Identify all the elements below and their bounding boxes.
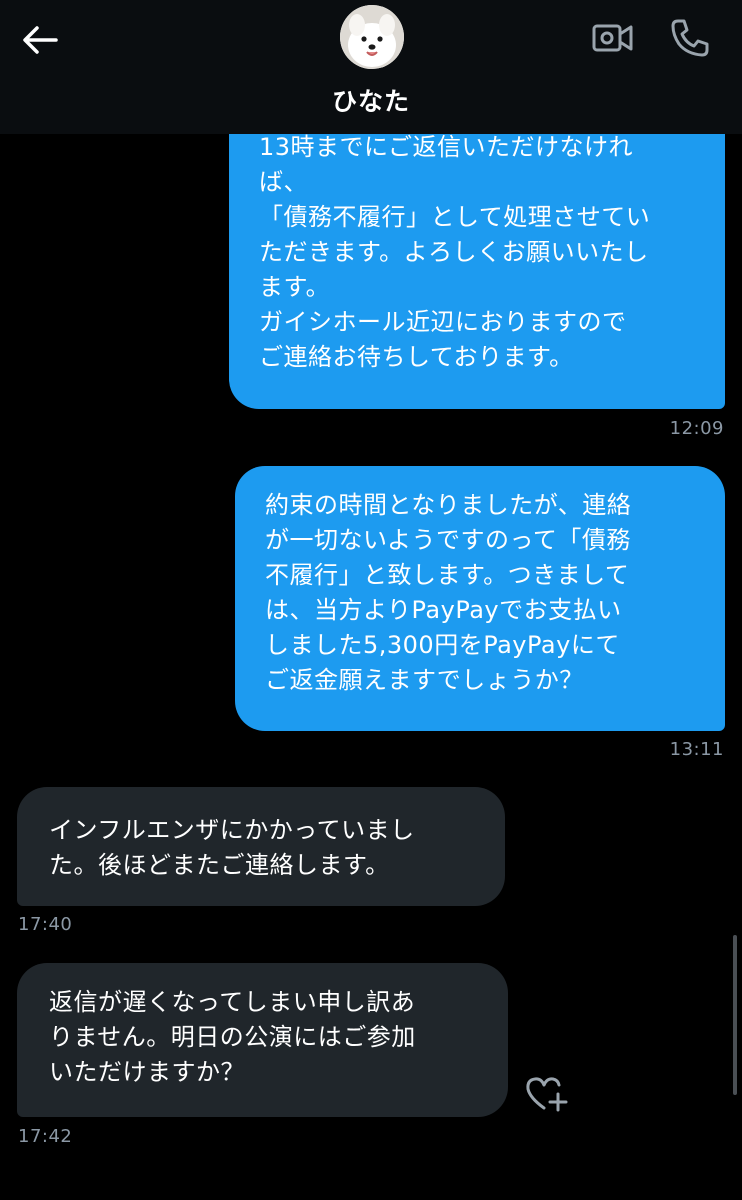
- message-line: ご連絡お待ちしております。: [259, 343, 574, 371]
- scrollbar[interactable]: [733, 935, 737, 1095]
- received-message-bubble[interactable]: 返信が遅くなってしまい申し訳あ りません。明日の公演にはご参加 いただけますか？: [17, 963, 508, 1117]
- message-timestamp: 17:42: [18, 1126, 73, 1147]
- sent-message-bubble[interactable]: 13時までにご返信いただけなけれ ば、 「債務不履行」として処理させてい ただき…: [229, 96, 725, 409]
- avatar[interactable]: [340, 5, 404, 69]
- video-call-button[interactable]: [590, 18, 636, 58]
- message-line: 13時までにご返信いただけなけれ: [259, 133, 634, 161]
- video-camera-icon: [592, 24, 633, 52]
- message-line: ば、: [259, 168, 308, 196]
- message-line: ただきます。よろしくお願いいたし: [259, 238, 649, 266]
- message-timestamp: 17:40: [18, 914, 73, 935]
- message-line: 不履行」と致します。つきまして: [265, 561, 630, 589]
- arrow-left-icon: [23, 26, 58, 54]
- add-reaction-heart-icon: [526, 1077, 568, 1112]
- message-line: 「債務不履行」として処理させてい: [259, 203, 651, 231]
- message-line: ガイシホール近辺におりますので: [259, 308, 627, 336]
- message-line: は、当方よりPayPayでお支払い: [265, 596, 622, 624]
- message-line: りません。明日の公演にはご参加: [49, 1023, 416, 1051]
- voice-call-button[interactable]: [668, 16, 712, 60]
- message-timestamp: 12:09: [669, 418, 724, 439]
- received-message-bubble[interactable]: インフルエンザにかかっていまし た。後ほどまたご連絡します。: [17, 787, 505, 906]
- message-line: ご返金願えますでしょうか？: [265, 666, 584, 694]
- back-button[interactable]: [20, 20, 60, 60]
- message-line: 返信が遅くなってしまい申し訳あ: [49, 988, 416, 1016]
- sent-message-bubble[interactable]: 約束の時間となりましたが、連絡 が一切ないようですのって「債務 不履行」と致しま…: [235, 466, 725, 731]
- phone-icon: [671, 19, 709, 57]
- message-line: 約束の時間となりましたが、連絡: [265, 491, 632, 519]
- message-line: た。後ほどまたご連絡します。: [49, 851, 390, 879]
- chat-header: ひなた: [0, 0, 742, 134]
- dog-avatar-image: [340, 5, 404, 69]
- message-line: インフルエンザにかかっていまし: [49, 816, 415, 844]
- message-line: しました5,300円をPayPayにて: [265, 631, 620, 659]
- message-line: ます。: [259, 273, 331, 301]
- message-line: いただけますか？: [49, 1058, 245, 1086]
- message-timestamp: 13:11: [669, 739, 724, 760]
- contact-name[interactable]: ひなた: [0, 82, 742, 118]
- message-line: が一切ないようですのって「債務: [265, 526, 631, 554]
- add-reaction-button[interactable]: [524, 1074, 570, 1114]
